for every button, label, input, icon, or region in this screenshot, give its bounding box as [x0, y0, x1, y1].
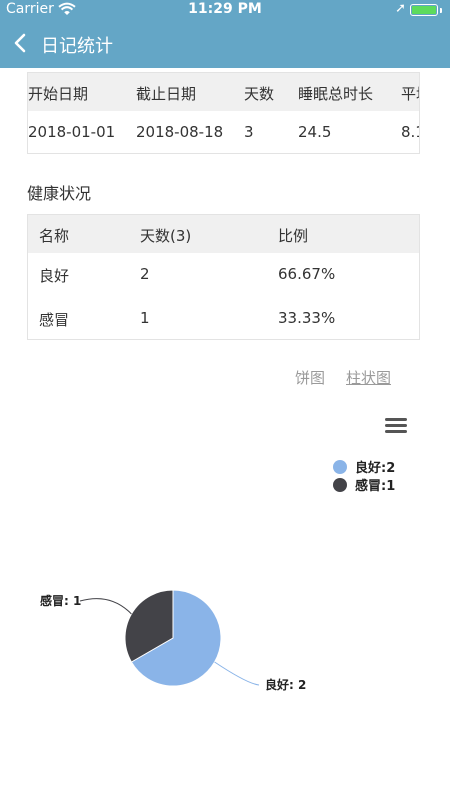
pie-data-label: 良好: 2 — [265, 677, 306, 692]
pie-data-label: 感冒: 1 — [40, 593, 81, 608]
pie-connector-line — [214, 661, 260, 686]
pie-connector-line — [79, 598, 132, 615]
pie-chart: 良好: 2 感冒: 1 — [40, 589, 306, 692]
